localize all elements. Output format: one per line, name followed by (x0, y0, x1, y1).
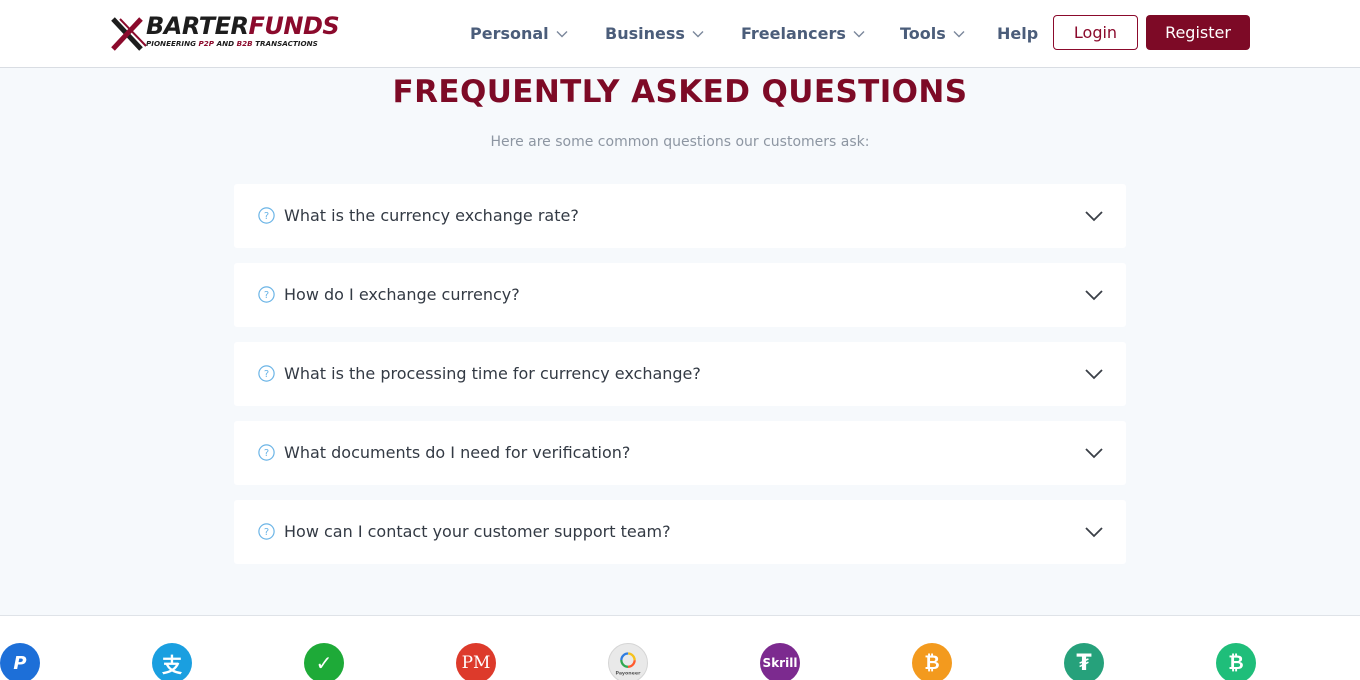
question-circle-icon: ? (258, 444, 275, 461)
nav-personal-label: Personal (470, 23, 549, 43)
chevron-down-icon (953, 30, 965, 37)
tether-icon: ₮ (1064, 643, 1104, 680)
payoneer-ring-icon: Payoneer (616, 652, 642, 676)
faq-question: What is the currency exchange rate? (284, 206, 579, 225)
logo-tagline-p2p: P2P (198, 39, 215, 48)
faq-question: How do I exchange currency? (284, 285, 520, 304)
faq-item[interactable]: ? How can I contact your customer suppor… (234, 500, 1126, 564)
faq-item[interactable]: ? What is the processing time for curren… (234, 342, 1126, 406)
question-circle-icon: ? (258, 365, 275, 382)
faq-item[interactable]: ? What is the currency exchange rate? (234, 184, 1126, 248)
logo-word-barter: BARTER (146, 12, 249, 40)
skrill-icon: Skrill (760, 643, 800, 680)
nav-business-label: Business (605, 23, 685, 43)
bitcoin-icon: ₿ (912, 643, 952, 680)
question-circle-icon: ? (258, 286, 275, 303)
perfect-money-icon: PM (456, 643, 496, 680)
svg-text:?: ? (264, 527, 269, 538)
barterfunds-logo[interactable]: BARTERFUNDS PIONEERING P2P AND B2B TRANS… (110, 12, 340, 54)
nav-personal[interactable]: Personal (470, 21, 568, 45)
chevron-down-icon[interactable] (1084, 525, 1104, 539)
question-circle-icon: ? (258, 207, 275, 224)
faq-item[interactable]: ? What documents do I need for verificat… (234, 421, 1126, 485)
chevron-down-icon[interactable] (1084, 367, 1104, 381)
faq-question: What is the processing time for currency… (284, 364, 701, 383)
chevron-down-icon (853, 30, 865, 37)
nav-freelancers-label: Freelancers (741, 23, 846, 43)
logo-tagline-b2b: B2B (236, 39, 253, 48)
payoneer-label: Payoneer (616, 670, 642, 676)
logo-tagline-part: AND (214, 39, 237, 48)
payoneer-icon: Payoneer (608, 643, 648, 680)
nav-tools[interactable]: Tools (900, 21, 965, 45)
faq-list: ? What is the currency exchange rate? ? … (234, 184, 1126, 579)
chevron-down-icon[interactable] (1084, 209, 1104, 223)
svg-text:?: ? (264, 211, 269, 222)
bitcoin-cash-icon: ₿ (1216, 643, 1256, 680)
alipay-icon: 支 (152, 643, 192, 680)
wechat-pay-icon: ✓ (304, 643, 344, 680)
payment-methods-strip: P 支 ✓ PM Payoneer Skrill ₿ ₮ ₿ (0, 615, 1360, 680)
logo-tagline-part: PIONEERING (146, 39, 199, 48)
logo-word-funds: FUNDS (248, 12, 340, 40)
register-button[interactable]: Register (1146, 15, 1250, 50)
login-button[interactable]: Login (1053, 15, 1138, 50)
chevron-down-icon[interactable] (1084, 288, 1104, 302)
logo-wordmark: BARTERFUNDS (146, 12, 340, 40)
chevron-down-icon[interactable] (1084, 446, 1104, 460)
faq-title: FREQUENTLY ASKED QUESTIONS (392, 74, 968, 110)
faq-item[interactable]: ? How do I exchange currency? (234, 263, 1126, 327)
svg-text:?: ? (264, 290, 269, 301)
nav-tools-label: Tools (900, 23, 946, 43)
faq-subtitle: Here are some common questions our custo… (490, 134, 870, 150)
chevron-down-icon (556, 30, 568, 37)
question-circle-icon: ? (258, 523, 275, 540)
nav-help[interactable]: Help (997, 21, 1038, 45)
svg-text:?: ? (264, 448, 269, 459)
nav-help-label: Help (997, 23, 1039, 43)
logo-x-mark-icon (111, 17, 146, 51)
chevron-down-icon (692, 30, 704, 37)
faq-question: What documents do I need for verificatio… (284, 443, 631, 462)
site-header: BARTERFUNDS PIONEERING P2P AND B2B TRANS… (0, 0, 1360, 68)
faq-question: How can I contact your customer support … (284, 522, 671, 541)
svg-text:?: ? (264, 369, 269, 380)
logo-tagline: PIONEERING P2P AND B2B TRANSACTIONS (146, 39, 318, 48)
nav-business[interactable]: Business (605, 21, 704, 45)
logo-tagline-part: TRANSACTIONS (252, 39, 318, 48)
paypal-icon: P (0, 643, 40, 680)
nav-freelancers[interactable]: Freelancers (741, 21, 865, 45)
